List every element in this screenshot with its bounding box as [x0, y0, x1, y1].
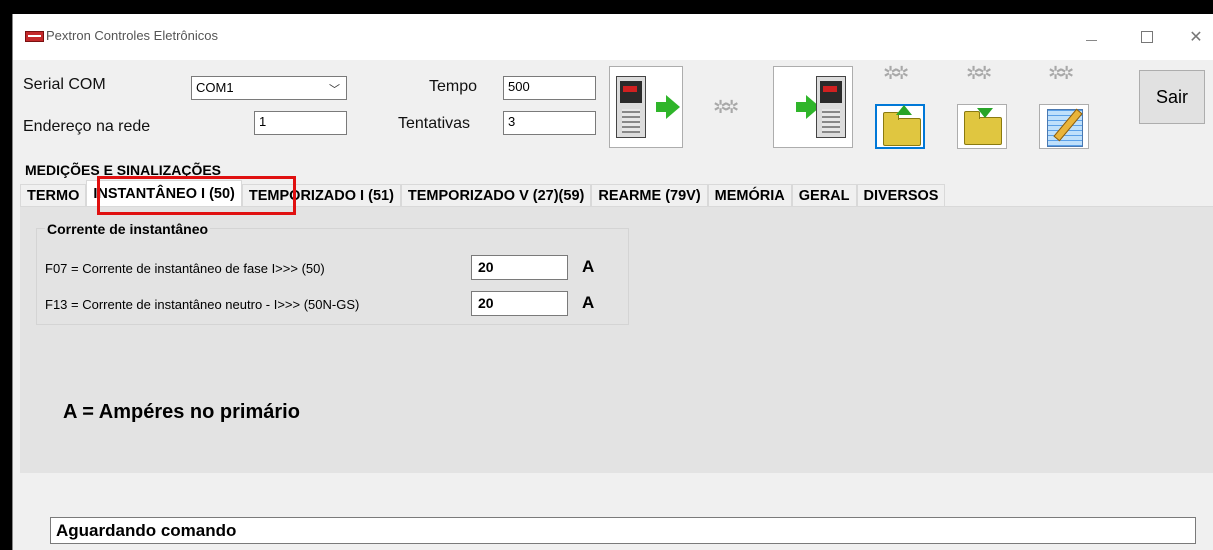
tentativas-label: Tentativas — [398, 115, 471, 132]
tab-rearme[interactable]: REARME (79V) — [591, 184, 708, 206]
status-field: Aguardando comando — [50, 517, 1196, 544]
f07-input[interactable]: 20 — [471, 255, 568, 280]
close-button[interactable]: ✕ — [1173, 22, 1213, 52]
f13-unit: A — [582, 293, 595, 312]
chevron-down-icon: ﹀ — [329, 84, 340, 96]
gears-icon: ✲✲ — [883, 63, 909, 83]
window-title: Pextron Controles Eletrônicos — [46, 28, 218, 43]
serial-com-select[interactable]: COM1 ﹀ — [191, 76, 347, 100]
gears-icon: ✲✲ — [966, 63, 992, 83]
gears-icon: ✲✲ — [1048, 63, 1074, 83]
tab-termo[interactable]: TERMO — [20, 184, 87, 206]
tab-temporizado-v[interactable]: TEMPORIZADO V (27)(59) — [400, 184, 592, 206]
save-file-button[interactable] — [957, 104, 1007, 149]
read-from-device-button[interactable] — [773, 66, 853, 148]
open-file-button[interactable] — [875, 104, 925, 149]
serial-com-value: COM1 — [196, 80, 234, 95]
f13-label: F13 = Corrente de instantâneo neutro - I… — [45, 297, 360, 312]
f07-label: F07 = Corrente de instantâneo de fase I>… — [45, 261, 325, 276]
arrow-right-icon — [656, 95, 680, 119]
unit-legend: A = Ampéres no primário — [63, 401, 300, 423]
folder-open-icon — [883, 105, 921, 146]
tab-geral[interactable]: GERAL — [791, 184, 857, 206]
relay-device-icon — [816, 76, 846, 138]
tentativas-input[interactable]: 3 — [503, 111, 596, 135]
exit-button[interactable]: Sair — [1139, 70, 1205, 124]
edit-notes-button[interactable] — [1039, 104, 1089, 149]
tab-memoria[interactable]: MEMÓRIA — [707, 184, 792, 206]
title-bar: Pextron Controles Eletrônicos ✕ — [13, 14, 1213, 60]
group-title: Corrente de instantâneo — [45, 221, 211, 237]
address-label: Endereço na rede — [23, 118, 151, 135]
address-input[interactable]: 1 — [254, 111, 347, 135]
minimize-button[interactable] — [1068, 22, 1114, 52]
app-window: Pextron Controles Eletrônicos ✕ Serial C… — [12, 14, 1213, 550]
folder-save-icon — [964, 108, 1002, 145]
minimize-icon — [1085, 39, 1097, 41]
send-to-device-button[interactable] — [609, 66, 683, 148]
highlight-box — [97, 176, 296, 215]
pextron-logo-icon — [25, 31, 44, 42]
tab-diversos[interactable]: DIVERSOS — [856, 184, 946, 206]
tempo-label: Tempo — [429, 78, 478, 95]
f13-input[interactable]: 20 — [471, 291, 568, 316]
maximize-icon — [1141, 31, 1153, 43]
tempo-input[interactable]: 500 — [503, 76, 596, 100]
relay-device-icon — [616, 76, 646, 138]
f07-unit: A — [582, 257, 595, 276]
maximize-button[interactable] — [1124, 22, 1170, 52]
serial-com-label: Serial COM — [23, 76, 106, 93]
gears-icon: ✲✲ — [713, 97, 739, 117]
